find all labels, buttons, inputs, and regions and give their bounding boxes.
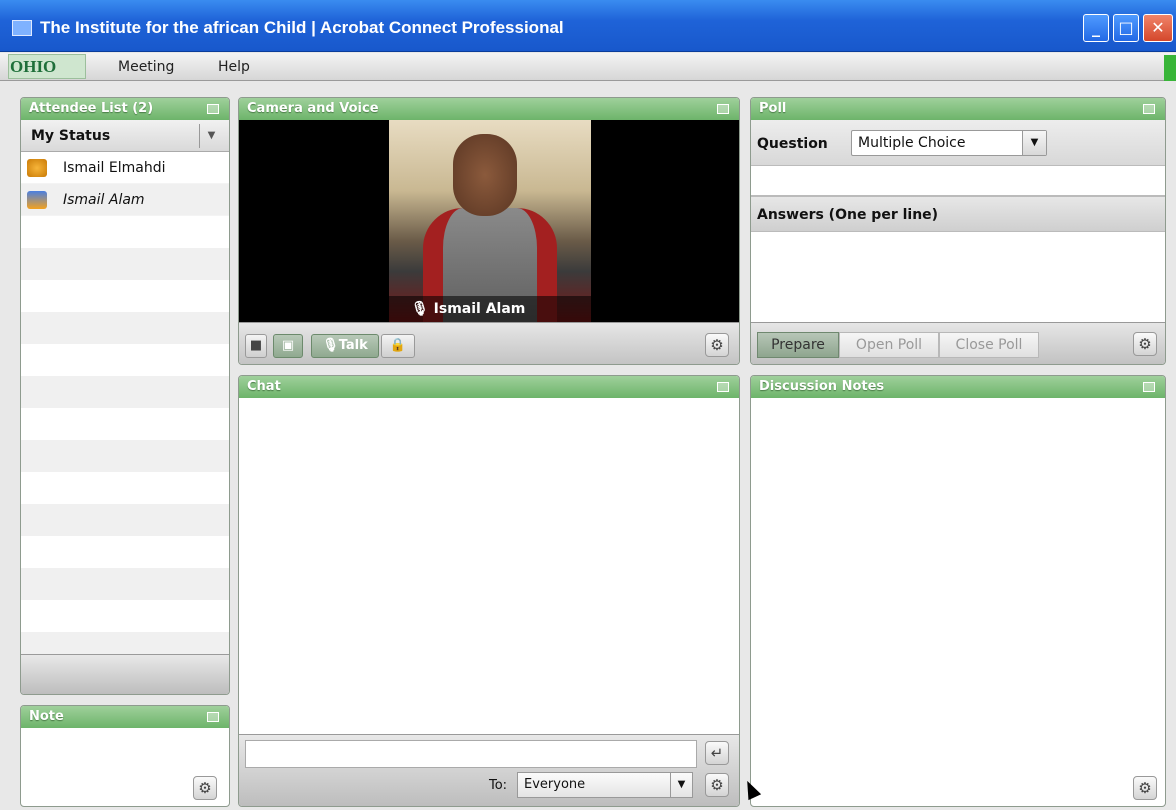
camera-icon[interactable]: ▣ xyxy=(273,334,303,358)
close-poll-button[interactable]: Close Poll xyxy=(939,332,1039,358)
attendee-list-empty-area xyxy=(21,216,229,664)
brand-logo: OHIO xyxy=(10,57,57,76)
notes-title: Discussion Notes xyxy=(759,379,885,394)
poll-question-input[interactable] xyxy=(751,166,1165,196)
camera-header: Camera and Voice xyxy=(239,98,739,120)
chat-header: Chat xyxy=(239,376,739,398)
panel-options-icon[interactable] xyxy=(207,712,219,722)
camera-toolbar: ■ ▣ 🎙Talk 🔒 ⚙ xyxy=(239,322,739,364)
microphone-icon: 🎙 xyxy=(322,338,339,353)
speaker-label: 🎙 Ismail Alam xyxy=(389,296,591,322)
menubar: OHIO Meeting Help xyxy=(0,53,1176,81)
poll-header: Poll xyxy=(751,98,1165,120)
my-status-dropdown[interactable]: My Status ▼ xyxy=(21,120,229,152)
note-title: Note xyxy=(29,709,64,724)
gear-icon[interactable]: ⚙ xyxy=(705,333,729,357)
connection-indicator xyxy=(1164,55,1176,81)
panel-options-icon[interactable] xyxy=(717,382,729,392)
poll-type-value: Multiple Choice xyxy=(858,135,966,151)
presenter-icon xyxy=(27,191,47,209)
host-icon xyxy=(27,159,47,177)
attendee-name: Ismail Elmahdi xyxy=(63,160,166,176)
poll-type-select[interactable]: Multiple Choice ▼ xyxy=(851,130,1047,156)
poll-panel: Poll Question Multiple Choice ▼ Answers … xyxy=(750,97,1166,365)
attendee-name: Ismail Alam xyxy=(63,192,145,208)
panel-options-icon[interactable] xyxy=(1143,382,1155,392)
minimize-button[interactable]: _ xyxy=(1083,14,1109,42)
window-title: The Institute for the african Child | Ac… xyxy=(40,18,564,37)
camera-title: Camera and Voice xyxy=(247,101,379,116)
panel-options-icon[interactable] xyxy=(207,104,219,114)
talk-label: Talk xyxy=(338,338,368,353)
to-label: To: xyxy=(489,778,508,793)
poll-answers-label: Answers (One per line) xyxy=(751,196,1165,232)
menu-help[interactable]: Help xyxy=(218,59,250,75)
person-face xyxy=(453,134,517,216)
notes-header: Discussion Notes xyxy=(751,376,1165,398)
gear-icon[interactable]: ⚙ xyxy=(1133,776,1157,800)
maximize-button[interactable]: □ xyxy=(1113,14,1139,42)
chevron-down-icon[interactable]: ▼ xyxy=(670,773,692,797)
notes-content[interactable] xyxy=(751,398,1165,786)
open-poll-button[interactable]: Open Poll xyxy=(839,332,939,358)
chevron-down-icon[interactable]: ▼ xyxy=(1022,131,1046,155)
recipient-select[interactable]: Everyone ▼ xyxy=(517,772,693,798)
attendee-row[interactable]: Ismail Elmahdi xyxy=(21,152,229,184)
poll-toolbar: Prepare Open Poll Close Poll ⚙ xyxy=(751,322,1165,364)
camera-voice-panel: Camera and Voice 🎙 Ismail Alam ■ ▣ 🎙Talk… xyxy=(238,97,740,365)
menu-meeting[interactable]: Meeting xyxy=(118,59,174,75)
attendee-list-header: Attendee List (2) xyxy=(21,98,229,120)
chat-title: Chat xyxy=(247,379,281,394)
poll-question-row: Question Multiple Choice ▼ xyxy=(751,120,1165,166)
send-icon[interactable]: ↵ xyxy=(705,741,729,765)
poll-question-label: Question xyxy=(757,136,828,152)
webcam-image: 🎙 Ismail Alam xyxy=(389,120,591,322)
panel-options-icon[interactable] xyxy=(717,104,729,114)
poll-title: Poll xyxy=(759,101,787,116)
gear-icon[interactable]: ⚙ xyxy=(1133,332,1157,356)
panel-options-icon[interactable] xyxy=(1143,104,1155,114)
chat-panel: Chat ↵ To: Everyone ▼ ⚙ xyxy=(238,375,740,807)
microphone-icon: 🎙 xyxy=(411,301,429,317)
chat-footer: ↵ To: Everyone ▼ ⚙ xyxy=(239,734,739,806)
prepare-button[interactable]: Prepare xyxy=(757,332,839,358)
window-titlebar: The Institute for the african Child | Ac… xyxy=(0,0,1176,52)
close-button[interactable]: ✕ xyxy=(1143,14,1173,42)
gear-icon[interactable]: ⚙ xyxy=(193,776,217,800)
my-status-label: My Status xyxy=(31,128,111,144)
chevron-down-icon[interactable]: ▼ xyxy=(199,124,223,148)
lock-icon[interactable]: 🔒 xyxy=(381,334,415,358)
gear-icon[interactable]: ⚙ xyxy=(705,773,729,797)
note-panel: Note ⚙ xyxy=(20,705,230,807)
chat-messages xyxy=(239,398,739,734)
video-feed: 🎙 Ismail Alam xyxy=(239,120,739,322)
attendee-list-panel: Attendee List (2) My Status ▼ Ismail Elm… xyxy=(20,97,230,695)
stop-icon[interactable]: ■ xyxy=(245,334,267,358)
attendee-list-footer xyxy=(21,654,229,694)
talk-button[interactable]: 🎙Talk xyxy=(311,334,379,358)
attendee-row[interactable]: Ismail Alam xyxy=(21,184,229,216)
recipient-value: Everyone xyxy=(524,777,586,792)
speaker-name: Ismail Alam xyxy=(433,301,526,317)
chat-input[interactable] xyxy=(245,740,697,768)
note-header: Note xyxy=(21,706,229,728)
attendee-list-title: Attendee List (2) xyxy=(29,101,154,116)
app-icon xyxy=(12,20,32,36)
discussion-notes-panel: Discussion Notes ⚙ xyxy=(750,375,1166,807)
poll-answers-input[interactable] xyxy=(751,232,1165,320)
